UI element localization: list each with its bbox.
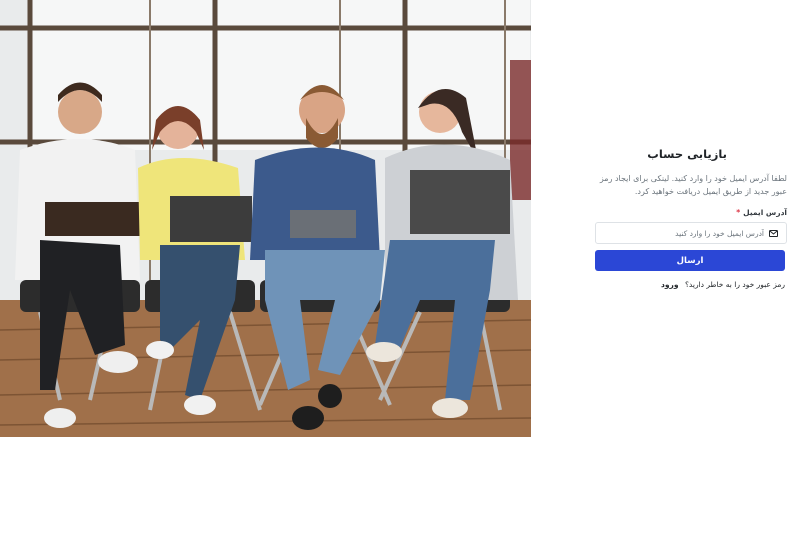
email-label: آدرس ایمیل* (736, 208, 787, 217)
submit-button[interactable]: ارسال (595, 250, 785, 271)
email-field-wrapper[interactable] (595, 222, 787, 244)
login-prompt: رمز عبور خود را به خاطر دارید؟ ورود (661, 280, 785, 289)
hero-illustration (0, 0, 531, 437)
hero-photo (0, 0, 531, 437)
email-input[interactable] (604, 224, 764, 242)
email-label-text: آدرس ایمیل (743, 208, 787, 217)
login-link[interactable]: ورود (661, 280, 679, 289)
recover-account-panel: بازیابی حساب لطفا آدرس ایمیل خود را وارد… (591, 0, 787, 550)
remember-password-text: رمز عبور خود را به خاطر دارید؟ (684, 280, 785, 289)
page-title: بازیابی حساب (647, 147, 727, 161)
instructions-text: لطفا آدرس ایمیل خود را وارد کنید. لینکی … (599, 174, 787, 196)
required-marker: * (736, 208, 741, 217)
envelope-icon (764, 223, 782, 243)
